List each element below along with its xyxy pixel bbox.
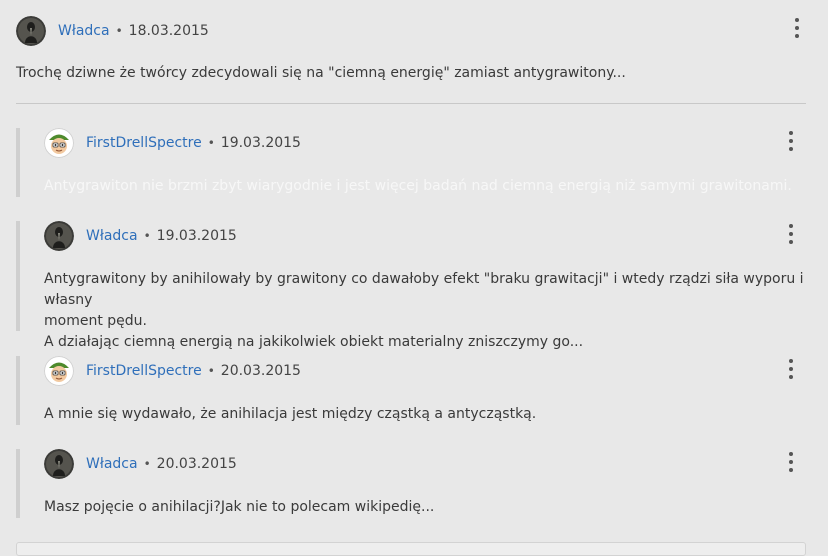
- comment-header: FirstDrellSpectre • 20.03.2015: [44, 356, 301, 386]
- more-vertical-icon[interactable]: [791, 17, 803, 39]
- username-link[interactable]: Władca: [86, 456, 138, 472]
- comment-date: 20.03.2015: [156, 456, 237, 472]
- dark-figure-avatar-icon: [16, 16, 46, 46]
- separator-dot: •: [143, 457, 151, 471]
- separator-dot: •: [207, 136, 215, 150]
- username-link[interactable]: Władca: [58, 23, 110, 39]
- reply-indent-bar: [16, 128, 20, 197]
- separator-dot: •: [207, 364, 215, 378]
- comment-text: Masz pojęcie o anihilacji?Jak nie to pol…: [44, 497, 804, 518]
- comment-text: A mnie się wydawało, że anihilacja jest …: [44, 404, 804, 425]
- more-vertical-icon[interactable]: [785, 358, 797, 380]
- comment-line: Antygrawitony by anihilowały by grawiton…: [44, 271, 804, 308]
- reply-indent-bar: [16, 356, 20, 425]
- avatar[interactable]: [44, 221, 74, 251]
- more-vertical-icon[interactable]: [785, 223, 797, 245]
- comment-line: moment pędu.: [44, 313, 147, 329]
- comment-header: FirstDrellSpectre • 19.03.2015: [44, 128, 301, 158]
- username-link[interactable]: FirstDrellSpectre: [86, 363, 202, 379]
- separator-dot: •: [143, 229, 151, 243]
- comment-line: Masz pojęcie o anihilacji?Jak nie to pol…: [44, 499, 435, 515]
- comment-date: 19.03.2015: [220, 135, 301, 151]
- comment-text: Trochę dziwne że twórcy zdecydowali się …: [16, 65, 626, 81]
- dark-figure-avatar-icon: [44, 449, 74, 479]
- comment-header: Władca • 20.03.2015: [44, 449, 237, 479]
- comment-header: Władca • 19.03.2015: [44, 221, 237, 251]
- more-vertical-icon[interactable]: [785, 130, 797, 152]
- username-link[interactable]: FirstDrellSpectre: [86, 135, 202, 151]
- dark-figure-avatar-icon: [44, 221, 74, 251]
- reply-indent-bar: [16, 449, 20, 518]
- comment-header: Władca • 18.03.2015: [16, 16, 209, 46]
- green-cap-face-avatar-icon: [44, 356, 74, 386]
- separator-dot: •: [115, 24, 123, 38]
- comment-date: 20.03.2015: [220, 363, 301, 379]
- comment-date: 19.03.2015: [156, 228, 237, 244]
- divider: [16, 103, 806, 104]
- avatar[interactable]: [44, 356, 74, 386]
- comment-text: Antygrawiton nie brzmi zbyt wiarygodnie …: [44, 176, 804, 197]
- comment-text: Antygrawitony by anihilowały by grawiton…: [44, 269, 806, 353]
- avatar[interactable]: [44, 128, 74, 158]
- comment-line: Antygrawiton nie brzmi zbyt wiarygodnie …: [44, 178, 792, 194]
- comment-date: 18.03.2015: [128, 23, 209, 39]
- reply-input-box[interactable]: [16, 542, 806, 556]
- username-link[interactable]: Władca: [86, 228, 138, 244]
- avatar[interactable]: [16, 16, 46, 46]
- avatar[interactable]: [44, 449, 74, 479]
- more-vertical-icon[interactable]: [785, 451, 797, 473]
- green-cap-face-avatar-icon: [44, 128, 74, 158]
- reply-indent-bar: [16, 221, 20, 331]
- comment-line: A mnie się wydawało, że anihilacja jest …: [44, 406, 537, 422]
- comment-line: A działając ciemną energią na jakikolwie…: [44, 334, 584, 350]
